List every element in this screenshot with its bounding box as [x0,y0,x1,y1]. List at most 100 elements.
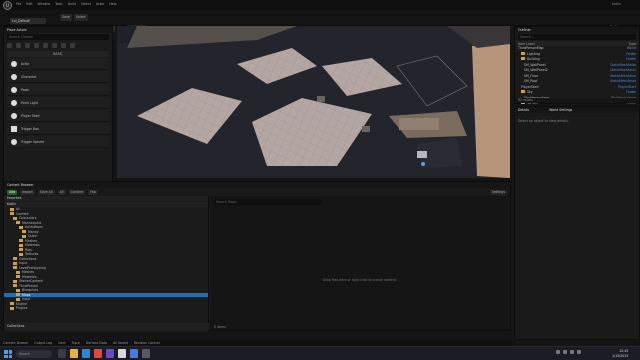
actor-item-trigger-sphere[interactable]: Trigger Sphere [7,136,109,148]
cinematic-icon[interactable] [43,43,48,48]
battery-icon[interactable] [577,350,581,354]
actor-item-actor[interactable]: Actor [7,58,109,70]
project-title: Kotlin [612,2,621,6]
store-icon[interactable] [130,349,138,358]
chevron-up-icon[interactable] [556,350,560,354]
menu-item-select[interactable]: Select [81,2,91,6]
level-tab[interactable]: Lvl_Default [10,18,46,24]
menu-item-file[interactable]: File [16,2,21,6]
asset-view-empty-message: Drop files here or right click to create… [323,278,397,282]
derived-data-button[interactable]: Derived Data [86,341,107,345]
chrome-browser-icon[interactable] [94,349,102,358]
folder-icon [521,51,525,55]
details-tab[interactable]: Details [518,107,529,113]
light-bulb-icon [11,99,17,106]
collections-header[interactable]: Collections [4,323,209,330]
folder-icon [16,288,20,292]
actor-item-player-start[interactable]: Player Start [7,110,109,122]
unreal-editor-taskbar-icon[interactable] [118,349,126,358]
breadcrumb-all[interactable]: All [57,189,66,195]
folder-icon [22,230,26,234]
folder-icon [13,261,17,265]
add-button[interactable]: Add [7,189,18,195]
menu-item-help[interactable]: Help [109,2,116,6]
pawn-icon [11,86,17,93]
unreal-logo-icon[interactable]: U [3,1,12,10]
menu-item-tools[interactable]: Tools [55,2,63,6]
folder-tree: Favorites Kotlin All Content Characters Man… [4,196,209,332]
all-classes-icon[interactable] [70,43,75,48]
menu-item-actor[interactable]: Actor [96,2,104,6]
folder-icon [19,239,23,243]
wifi-icon[interactable] [563,350,567,354]
outliner-search-input[interactable]: Search... [518,34,636,40]
favorites-header[interactable]: Favorites [4,196,208,201]
output-log-button[interactable]: Output Log [34,341,52,345]
menu-item-edit[interactable]: Edit [26,2,32,6]
select-mode-button[interactable]: Select [73,14,88,21]
save-all-button[interactable]: Save All [37,189,55,195]
trace-button[interactable]: Trace [71,341,79,345]
asset-search-input[interactable]: Search Maps [214,199,322,205]
actor-item-character[interactable]: Character [7,71,109,83]
world-settings-tab[interactable]: World Settings [549,107,572,113]
menu-item-window[interactable]: Window [38,2,51,6]
level-viewport[interactable] [117,26,510,178]
file-explorer-icon[interactable] [70,349,78,358]
folder-icon [19,225,23,229]
system-tray [556,350,581,354]
edge-browser-icon[interactable] [82,349,90,358]
folder-tree-item[interactable]: Plugins [4,306,208,311]
sphere-icon [11,138,17,145]
folder-icon [10,212,14,216]
clock-date: 1/15/2025 [612,354,629,358]
folder-icon [16,297,20,301]
shapes-icon[interactable] [34,43,39,48]
actor-item-pawn[interactable]: Pawn [7,84,109,96]
breadcrumb-content[interactable]: Content [68,189,86,195]
volume-icon[interactable] [570,350,574,354]
visual-effects-icon[interactable] [52,43,57,48]
cmd-input[interactable]: Cmd [58,341,65,345]
import-button[interactable]: Import [20,189,35,195]
content-browser-settings-button[interactable]: Settings [489,189,507,195]
actor-item-trigger-box[interactable]: Trigger Box [7,123,109,135]
taskbar-search-input[interactable]: Search [16,350,52,358]
lights-icon[interactable] [25,43,30,48]
folder-icon [13,284,17,288]
actor-item-point-light[interactable]: Point Light [7,97,109,109]
menu-item-build[interactable]: Build [68,2,76,6]
outliner-tab[interactable]: Outliner [515,27,639,33]
content-browser-toolbar: Add Import Save All All Content Fab Sett… [4,188,510,196]
recent-icon[interactable] [7,43,12,48]
folder-icon [521,57,525,60]
asset-view[interactable]: Search Maps Drop files here or right cli… [210,196,510,330]
terminal-icon[interactable] [142,349,150,358]
windows-start-icon[interactable] [4,350,12,358]
outliner-col-label[interactable]: Item Label [518,42,535,46]
details-panel: Details World Settings Select an object … [514,106,640,340]
all-saved-status[interactable]: All Saved [113,341,128,345]
folder-icon [13,257,17,261]
place-actors-categories [4,41,112,50]
fab-button[interactable]: Fab [88,189,98,195]
taskbar-apps [58,349,150,358]
revision-control-button[interactable]: Revision Control [134,341,160,345]
folder-icon [16,293,20,297]
details-tab-bar: Details World Settings [515,107,639,113]
folder-icon [13,216,17,220]
folder-icon [10,306,14,310]
content-drawer-button[interactable]: Content Drawer [3,341,28,345]
save-button[interactable]: Save [60,14,72,21]
visual-studio-icon[interactable] [106,349,114,358]
task-view-icon[interactable] [58,349,66,358]
volumes-icon[interactable] [61,43,66,48]
windows-taskbar: Search 12:45 1/15/2025 [0,346,640,360]
place-actors-search-input[interactable]: Search Classes [7,34,109,40]
place-actors-title: Place Actors [4,27,112,33]
taskbar-clock[interactable]: 12:45 1/15/2025 [612,349,628,359]
actor-item-label: Point Light [21,100,38,105]
basic-icon[interactable] [16,43,21,48]
folder-icon [16,275,20,279]
outliner-col-type[interactable]: Type [629,42,636,46]
